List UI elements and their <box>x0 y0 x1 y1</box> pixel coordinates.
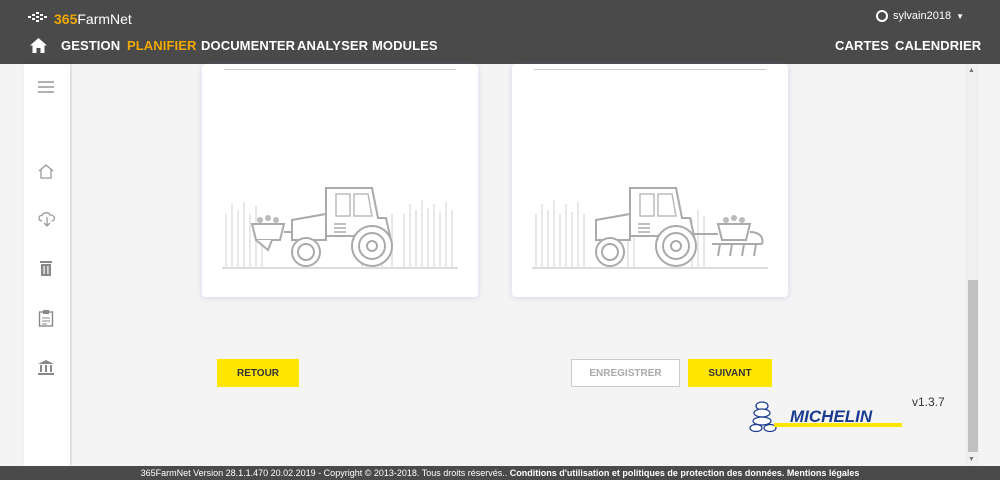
save-button[interactable]: ENREGISTRER <box>571 359 680 387</box>
footer-links[interactable]: Conditions d'utilisation et politiques d… <box>510 468 860 478</box>
nav-modules[interactable]: MODULES <box>372 38 438 53</box>
michelin-logo: MICHELIN <box>749 401 902 433</box>
home-icon[interactable] <box>38 164 54 179</box>
nav-analyser[interactable]: ANALYSER <box>297 38 368 53</box>
nav-documenter[interactable]: DOCUMENTER <box>201 38 295 53</box>
svg-text:MICHELIN: MICHELIN <box>790 407 873 426</box>
divider <box>534 69 766 70</box>
tractor-rear-implement-icon <box>222 187 458 269</box>
sidebar <box>24 64 70 466</box>
caret-down-icon: ▼ <box>956 11 964 21</box>
footer-copyright: 365FarmNet Version 28.1.1.470 20.02.2019… <box>140 468 510 478</box>
tractor-seed-drill-icon <box>532 187 768 269</box>
nav-gestion[interactable]: GESTION <box>61 38 120 53</box>
logo-text: 365FarmNet <box>54 11 132 27</box>
nav-planifier[interactable]: PLANIFIER <box>127 38 197 53</box>
nav-calendrier[interactable]: CALENDRIER <box>895 38 981 53</box>
divider <box>224 69 456 70</box>
option-card-front-drill[interactable] <box>512 64 788 297</box>
menu-icon[interactable] <box>38 80 54 94</box>
scrollbar-thumb[interactable] <box>968 280 978 452</box>
version-label: v1.3.7 <box>912 395 945 409</box>
cloud-download-icon[interactable] <box>38 211 56 227</box>
trash-icon[interactable] <box>38 260 54 277</box>
top-bar: 365FarmNet sylvain2018 ▼ GESTION PLANIFI… <box>0 0 1000 64</box>
logo-icon <box>28 12 47 22</box>
clipboard-icon[interactable] <box>38 309 54 327</box>
nav-cartes[interactable]: CARTES <box>835 38 889 53</box>
username: sylvain2018 <box>892 10 952 22</box>
option-card-rear-spreader[interactable] <box>202 64 478 297</box>
scroll-down-icon[interactable]: ▼ <box>968 456 975 463</box>
next-button[interactable]: SUIVANT <box>688 359 772 387</box>
logo[interactable]: 365FarmNet <box>28 9 132 29</box>
main-nav: GESTION PLANIFIER DOCUMENTER ANALYSER MO… <box>0 36 1000 56</box>
bank-icon[interactable] <box>38 360 54 375</box>
user-menu[interactable]: sylvain2018 ▼ <box>875 10 964 22</box>
user-icon <box>875 10 888 22</box>
footer: 365FarmNet Version 28.1.1.470 20.02.2019… <box>0 466 1000 480</box>
scroll-up-icon[interactable]: ▲ <box>968 67 975 74</box>
back-button[interactable]: RETOUR <box>217 359 299 387</box>
